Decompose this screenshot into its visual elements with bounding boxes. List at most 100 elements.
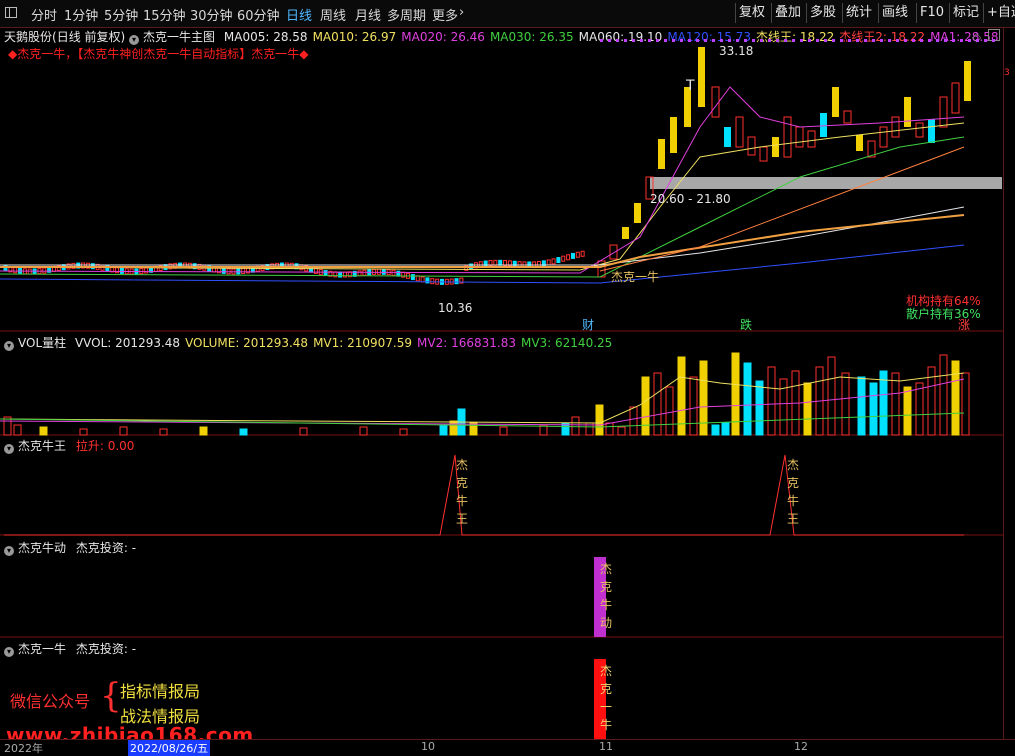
niuwang-menu-icon[interactable]: ▾ [4,444,14,454]
candle [454,278,459,285]
volume-bar [605,422,614,436]
candle [711,86,720,118]
chart-canvas[interactable] [0,27,1004,739]
dot-line [600,39,603,42]
low-price-label: 10.36 [438,301,473,315]
candle [759,146,768,162]
candle [119,267,124,274]
toolbar-button-2[interactable]: 多股 [806,3,839,23]
volume-bar [449,420,458,436]
month-12: 12 [794,740,808,753]
period-tab-9[interactable]: 多周期 [387,5,426,24]
vol-item-1: VOLUME: 201293.48 [185,336,309,350]
niudong-title[interactable]: 杰克牛动 [18,541,66,555]
period-tab-0[interactable]: 分时 [31,5,57,24]
candle [537,260,541,267]
volume-bar [903,386,912,436]
dot-line [656,39,659,42]
price-band [650,177,1002,189]
dot-line [800,39,803,42]
date-axis[interactable]: 2022年 2022/08/26/五 10 11 12 [0,739,1015,756]
price-axis[interactable]: 3 [1003,27,1015,739]
panel-yiniu-title: ▾ 杰克一牛 杰克投资: - [4,640,136,657]
dot-line [616,39,619,42]
dot-line [648,39,651,42]
niudong-label: 杰克牛动 [599,562,612,630]
dot-line [952,39,955,42]
period-toolbar: 分时 1分钟 5分钟 15分钟 30分钟 60分钟 日线 周线 月线 多周期 更多 › 复权 叠加 多股统… [0,0,1015,28]
lasheng-value: 拉升: 0.00 [75,439,135,453]
candle [698,47,705,107]
candle [856,135,863,151]
dot-line [840,39,843,42]
period-tab-10[interactable]: 更多 [432,5,458,24]
yiniu-invest: 杰克投资: - [75,642,137,656]
volume-bar [399,428,408,436]
volume-bar [39,426,48,436]
volume-bar [119,426,128,436]
volume-menu-icon[interactable]: ▾ [4,341,14,351]
volume-bar [891,372,900,436]
volume-bar [961,372,970,436]
toolbar-button-6[interactable]: 标记 [949,3,982,23]
volume-bar [79,428,88,436]
month-10: 10 [421,740,435,753]
volume-bar [711,424,720,436]
toolbar-button-4[interactable]: 画线 [878,3,911,23]
vol-item-4: MV3: 62140.25 [520,336,613,350]
niuwang-title[interactable]: 杰克牛王 [18,439,66,453]
dot-line [960,39,963,42]
candle [512,260,517,267]
brace: { [100,676,122,716]
dot-line [784,39,787,42]
candle [575,251,580,258]
candle [747,136,756,156]
yiniu-menu-icon[interactable]: ▾ [4,647,14,657]
toolbar-button-3[interactable]: 统计 [842,3,875,23]
more-chevron-icon[interactable]: › [459,5,464,20]
dot-line [768,39,771,42]
toolbar-button-7[interactable]: +自选 [983,3,1015,23]
candle [357,270,362,277]
candle [338,271,343,278]
niudong-menu-icon[interactable]: ▾ [4,546,14,556]
candle [115,267,120,274]
volume-bar [571,416,580,436]
candle [570,252,575,259]
dot-line [624,39,627,42]
volume-bar [879,370,888,436]
volume-bar [857,376,866,436]
candle [556,257,561,264]
wechat-label: 微信公众号 [10,692,91,711]
volume-bar [731,352,740,436]
toolbar-button-0[interactable]: 复权 [735,3,768,23]
dot-line [776,39,779,42]
sidebar-toggle-icon[interactable] [5,7,17,18]
volume-bar [239,428,248,436]
period-tab-4[interactable]: 30分钟 [190,5,233,24]
period-tab-3[interactable]: 15分钟 [143,5,186,24]
dot-line [984,39,987,42]
dot-line [632,39,635,42]
panel-niudong-title: ▾ 杰克牛动 杰克投资: - [4,539,136,556]
ma10-line [0,122,965,271]
candle [517,261,522,268]
toolbar-button-1[interactable]: 叠加 [771,3,804,23]
dot-line [872,39,875,42]
ma60-line [0,206,965,266]
candle [795,126,804,148]
period-tab-7[interactable]: 周线 [320,5,346,24]
toolbar-button-5[interactable]: F10 [916,3,947,23]
candle [13,267,18,274]
period-tab-1[interactable]: 1分钟 [64,5,98,24]
period-tab-8[interactable]: 月线 [355,5,381,24]
volume-title[interactable]: VOL量柱 [18,336,66,350]
period-tab-2[interactable]: 5分钟 [104,5,138,24]
dot-line [864,39,867,42]
dot-line [848,39,851,42]
dot-line [672,39,675,42]
period-tab-5[interactable]: 60分钟 [237,5,280,24]
period-tab-6[interactable]: 日线 [286,5,312,24]
yiniu-title[interactable]: 杰克一牛 [18,642,66,656]
volume-bar [3,416,12,436]
